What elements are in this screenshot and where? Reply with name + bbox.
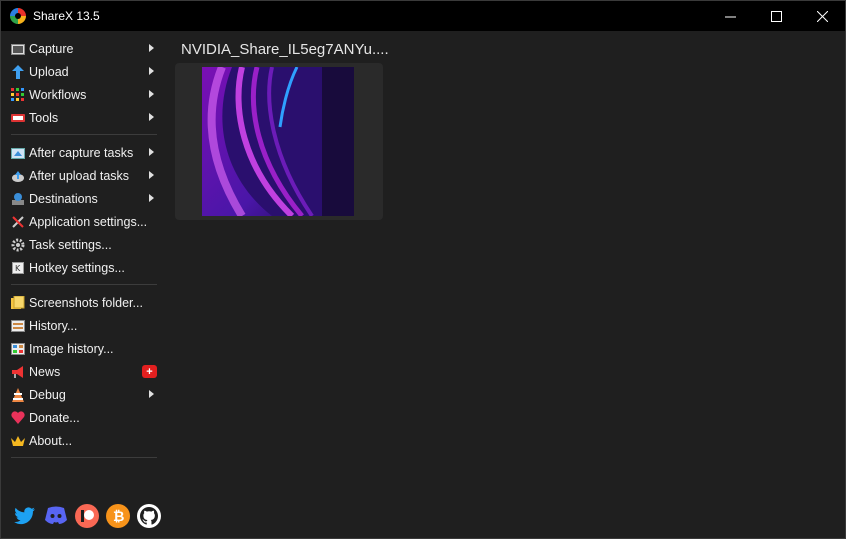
submenu-arrow-icon [149, 90, 154, 98]
bitcoin-button[interactable]: ₿ [106, 504, 130, 528]
social-links: ₿ [13, 504, 161, 528]
menu-item-label: After upload tasks [29, 168, 130, 183]
menu-item-upload[interactable]: Upload [1, 60, 167, 83]
menu-item-label: About... [29, 433, 73, 448]
tools-icon [11, 111, 25, 125]
menu-item-image-history[interactable]: Image history... [1, 337, 167, 360]
window-controls [707, 1, 845, 31]
close-button[interactable] [799, 1, 845, 31]
patreon-button[interactable] [75, 504, 99, 528]
menu-item-label: Application settings... [29, 214, 148, 229]
history-icon [11, 319, 25, 333]
menu-item-label: History... [29, 318, 78, 333]
menu-item-task-settings[interactable]: Task settings... [1, 233, 167, 256]
menu-item-destinations[interactable]: Destinations [1, 187, 167, 210]
wrench-icon [11, 215, 25, 229]
twitter-icon [14, 507, 36, 525]
submenu-arrow-icon [149, 113, 154, 121]
file-name-label: NVIDIA_Share_IL5eg7ANYu.... [181, 41, 389, 58]
image-history-icon [11, 342, 25, 356]
svg-text:₿: ₿ [113, 509, 124, 524]
menu-item-after-upload-tasks[interactable]: After upload tasks [1, 164, 167, 187]
menu-item-label: Image history... [29, 341, 114, 356]
menu-separator [11, 284, 157, 285]
task-thumbnail[interactable] [175, 63, 383, 220]
menu-item-donate[interactable]: Donate... [1, 406, 167, 429]
twitter-button[interactable] [13, 504, 37, 528]
debug-icon [11, 387, 25, 402]
menu-item-hotkey-settings[interactable]: K Hotkey settings... [1, 256, 167, 279]
menu-item-label: News [29, 364, 61, 379]
discord-button[interactable] [44, 504, 68, 528]
menu-separator [11, 134, 157, 135]
crown-icon [11, 434, 25, 448]
heart-icon [11, 411, 25, 425]
window-title: ShareX 13.5 [33, 9, 100, 23]
menu-item-about[interactable]: About... [1, 429, 167, 452]
menu-item-label: After capture tasks [29, 145, 134, 160]
menu-item-label: Donate... [29, 410, 80, 425]
maximize-button[interactable] [753, 1, 799, 31]
menu-item-news[interactable]: News + [1, 360, 167, 383]
menu-item-tools[interactable]: Tools [1, 106, 167, 129]
menu-item-capture[interactable]: Capture [1, 37, 167, 60]
megaphone-icon [11, 365, 25, 379]
menu-item-label: Hotkey settings... [29, 260, 125, 275]
title-bar[interactable]: ShareX 13.5 [1, 1, 845, 31]
menu-item-label: Task settings... [29, 237, 112, 252]
discord-icon [44, 506, 68, 526]
menu-item-label: Workflows [29, 87, 87, 102]
github-icon [140, 507, 158, 525]
folder-icon [11, 295, 25, 310]
submenu-arrow-icon [149, 44, 154, 52]
submenu-arrow-icon [149, 390, 154, 398]
menu-item-label: Tools [29, 110, 59, 125]
menu-item-screenshots-folder[interactable]: Screenshots folder... [1, 291, 167, 314]
submenu-arrow-icon [149, 148, 154, 156]
after-capture-icon [11, 146, 25, 160]
maximize-icon [770, 10, 782, 22]
menu-item-label: Debug [29, 387, 66, 402]
minimize-icon [724, 16, 736, 17]
patreon-icon [80, 509, 94, 523]
news-badge: + [142, 365, 157, 378]
menu-item-workflows[interactable]: Workflows [1, 83, 167, 106]
submenu-arrow-icon [149, 171, 154, 179]
sharex-logo-icon [10, 8, 26, 24]
destinations-icon [11, 192, 25, 206]
sharex-window: ShareX 13.5 Capture Upload Workflows Tools A… [0, 0, 846, 539]
menu-item-label: Upload [29, 64, 69, 79]
menu-item-label: Screenshots folder... [29, 295, 143, 310]
svg-text:K: K [15, 264, 21, 273]
main-menu: Capture Upload Workflows Tools After capture… [1, 37, 167, 464]
after-upload-icon [11, 169, 25, 183]
capture-icon [11, 42, 25, 56]
menu-item-label: Destinations [29, 191, 98, 206]
keyboard-icon: K [11, 261, 25, 275]
submenu-arrow-icon [149, 67, 154, 75]
menu-separator [11, 457, 157, 458]
minimize-button[interactable] [707, 1, 753, 31]
upload-icon [11, 64, 25, 79]
github-button[interactable] [137, 504, 161, 528]
submenu-arrow-icon [149, 194, 154, 202]
bitcoin-icon: ₿ [111, 508, 125, 524]
workflows-icon [11, 87, 25, 102]
menu-item-label: Capture [29, 41, 74, 56]
gear-icon [11, 238, 25, 252]
menu-item-application-settings[interactable]: Application settings... [1, 210, 167, 233]
menu-item-after-capture-tasks[interactable]: After capture tasks [1, 141, 167, 164]
screenshot-thumbnail-image [202, 67, 354, 216]
close-icon [816, 10, 828, 22]
menu-item-history[interactable]: History... [1, 314, 167, 337]
menu-item-debug[interactable]: Debug [1, 383, 167, 406]
